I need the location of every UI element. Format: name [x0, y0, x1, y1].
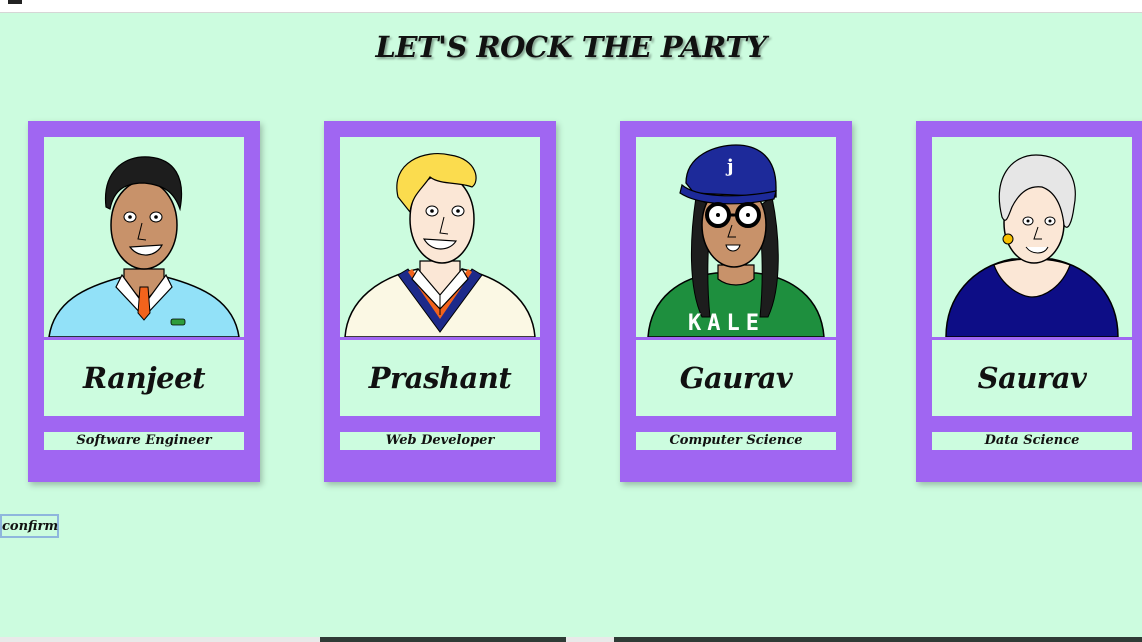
browser-top-bar [0, 0, 1142, 13]
avatar: j KALE [636, 137, 836, 337]
scrollbar-segment[interactable] [320, 637, 566, 642]
card-role: Computer Science [636, 432, 836, 450]
confirm-button[interactable]: confirm [0, 514, 59, 538]
menu-icon[interactable] [8, 0, 22, 4]
card-name: Saurav [932, 340, 1132, 416]
avatar [44, 137, 244, 337]
svg-text:KALE: KALE [688, 311, 765, 336]
svg-text:j: j [725, 156, 734, 177]
profile-card-ranjeet[interactable]: Ranjeet Software Engineer [28, 121, 260, 482]
elderly-woman-avatar-icon [945, 154, 1119, 337]
card-role: Software Engineer [44, 432, 244, 450]
page-title: LET'S ROCK THE PARTY [375, 30, 768, 64]
profile-card-gaurav[interactable]: j KALE Gaurav Computer Science [620, 121, 852, 482]
card-name: Ranjeet [44, 340, 244, 416]
man-blue-sweater-avatar-icon [48, 156, 240, 337]
profile-card-saurav[interactable]: Saurav Data Science [916, 121, 1142, 482]
avatar [340, 137, 540, 337]
blonde-man-cricket-sweater-avatar-icon [344, 153, 536, 337]
card-role: Data Science [932, 432, 1132, 450]
bottom-scroll-bar [0, 637, 1142, 642]
card-name: Gaurav [636, 340, 836, 416]
woman-cap-glasses-avatar-icon: j KALE [647, 144, 825, 337]
card-name: Prashant [340, 340, 540, 416]
card-role: Web Developer [340, 432, 540, 450]
avatar [932, 137, 1132, 337]
profile-card-prashant[interactable]: Prashant Web Developer [324, 121, 556, 482]
scrollbar-segment[interactable] [614, 637, 1142, 642]
